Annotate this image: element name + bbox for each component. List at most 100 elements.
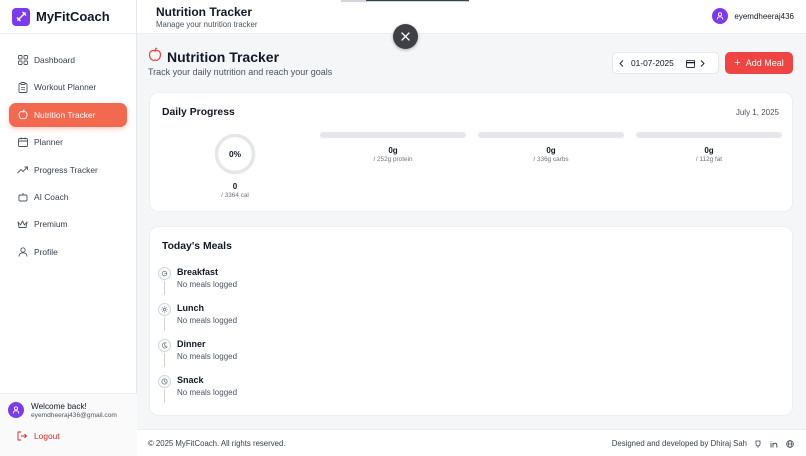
header-subtitle: Manage your nutrition tracker	[156, 20, 258, 29]
sidebar-item-label: AI Coach	[34, 191, 69, 202]
sidebar-item-ai-coach[interactable]: AI Coach	[9, 185, 127, 209]
apple-icon	[148, 47, 162, 67]
trending-up-icon	[17, 164, 28, 175]
sidebar-user-panel: Welcome back! eyemdheeraj436@gmail.com L…	[0, 393, 137, 456]
grid-icon	[17, 55, 28, 66]
timeline-line	[164, 317, 165, 331]
sidebar-item-label: Profile	[34, 246, 58, 257]
add-meal-button[interactable]: + Add Meal	[725, 52, 793, 74]
sidebar-item-label: Progress Tracker	[34, 164, 98, 175]
logout-icon	[17, 431, 27, 441]
apple-icon	[17, 109, 28, 120]
brand[interactable]: MyFitCoach	[0, 0, 136, 34]
sidebar-item-workout-planner[interactable]: Workout Planner	[9, 75, 127, 99]
avatar	[8, 402, 24, 418]
sidebar: MyFitCoach Dashboard Workout Planner Nut…	[0, 0, 137, 456]
carbs-bar	[478, 132, 624, 138]
calories-consumed: 0	[232, 182, 238, 191]
user-email: eyemdheeraj436@gmail.com	[31, 412, 117, 419]
carbs-value: 0g	[546, 146, 556, 155]
crown-icon	[17, 219, 28, 230]
close-button[interactable]	[393, 24, 418, 49]
copyright-text: © 2025 MyFitCoach. All rights reserved.	[148, 439, 286, 448]
sidebar-item-dashboard[interactable]: Dashboard	[9, 48, 127, 72]
sidebar-item-progress-tracker[interactable]: Progress Tracker	[9, 158, 127, 182]
meal-name: Breakfast	[177, 267, 219, 277]
page-heading: Nutrition Tracker	[148, 47, 279, 67]
calorie-percent: 0%	[228, 149, 242, 159]
social-links	[746, 439, 794, 448]
sidebar-item-label: Planner	[34, 137, 63, 148]
close-icon	[401, 28, 410, 46]
protein-bar	[320, 132, 466, 138]
meal-status: No meals logged	[177, 352, 238, 361]
moon-icon	[158, 339, 171, 352]
date-input[interactable]: 01-07-2025	[631, 58, 674, 68]
carbs-progress: 0g / 336g carbs	[478, 132, 624, 163]
user-info: Welcome back! eyemdheeraj436@gmail.com	[8, 402, 117, 419]
date-picker: 01-07-2025	[612, 52, 719, 74]
todays-meals-card: Today's Meals Breakfast No meals logged …	[149, 226, 793, 416]
footer: © 2025 MyFitCoach. All rights reserved. …	[137, 429, 806, 456]
sidebar-item-profile[interactable]: Profile	[9, 240, 127, 264]
meal-status: No meals logged	[177, 280, 238, 289]
sidebar-item-label: Premium	[34, 219, 68, 230]
globe-icon[interactable]	[785, 439, 794, 448]
meal-name: Lunch	[177, 303, 204, 313]
sun-icon	[158, 303, 171, 316]
daily-progress-title: Daily Progress	[162, 107, 235, 118]
meal-status: No meals logged	[177, 388, 238, 397]
protein-progress: 0g / 252g protein	[320, 132, 466, 163]
logout-label: Logout	[34, 431, 60, 441]
timeline-line	[164, 281, 165, 295]
calorie-goal: / 3364 cal	[221, 192, 249, 199]
credit-text: Designed and developed by Dhiraj Sah	[611, 439, 747, 448]
top-header: Nutrition Tracker Manage your nutrition …	[137, 0, 806, 34]
fat-progress: 0g / 112g fat	[636, 132, 782, 163]
meal-name: Snack	[177, 375, 204, 385]
sidebar-item-label: Workout Planner	[34, 82, 97, 93]
sidebar-item-label: Dashboard	[34, 55, 75, 65]
overlay-strip-line	[366, 0, 469, 1]
fat-bar	[636, 132, 782, 138]
sidebar-item-label: Nutrition Tracker	[34, 109, 96, 120]
protein-goal: / 252g protein	[373, 156, 413, 163]
daily-progress-card: Daily Progress July 1, 2025 0% 0 / 3364 …	[149, 92, 793, 212]
welcome-text: Welcome back!	[31, 402, 87, 411]
chevron-left-icon[interactable]	[613, 59, 629, 67]
sidebar-item-nutrition-tracker[interactable]: Nutrition Tracker	[9, 102, 127, 127]
carbs-goal: / 336g carbs	[533, 156, 569, 163]
add-meal-label: Add Meal	[745, 58, 784, 68]
sidebar-item-premium[interactable]: Premium	[9, 212, 127, 236]
avatar	[712, 8, 729, 24]
meal-name: Dinner	[177, 339, 206, 349]
sidebar-nav: Dashboard Workout Planner Nutrition Trac…	[0, 34, 136, 264]
protein-value: 0g	[388, 146, 398, 155]
calendar-icon	[17, 137, 28, 148]
header-user-menu[interactable]: eyemdheeraj436	[712, 8, 794, 24]
linkedin-icon[interactable]	[769, 439, 778, 448]
chevron-right-icon[interactable]	[695, 59, 711, 67]
sidebar-item-planner[interactable]: Planner	[9, 130, 127, 154]
github-icon[interactable]	[753, 439, 762, 448]
header-username: eyemdheeraj436	[734, 11, 794, 21]
meal-status: No meals logged	[177, 316, 238, 325]
logout-button[interactable]: Logout	[17, 431, 60, 441]
bot-icon	[17, 191, 28, 202]
timeline-line	[164, 389, 165, 403]
clock-icon	[158, 375, 171, 388]
clipboard-icon	[17, 81, 28, 93]
header-title: Nutrition Tracker	[156, 5, 253, 19]
brand-name: MyFitCoach	[36, 9, 110, 24]
calorie-progress-ring: 0%	[214, 133, 256, 175]
fat-value: 0g	[704, 146, 714, 155]
plus-icon: +	[734, 57, 741, 69]
sunrise-icon	[158, 267, 171, 280]
dumbbell-icon	[12, 7, 30, 26]
fat-goal: / 112g fat	[695, 156, 723, 163]
page-subtitle: Track your daily nutrition and reach you…	[148, 67, 333, 77]
calendar-icon[interactable]	[685, 59, 695, 68]
page-title: Nutrition Tracker	[167, 49, 280, 65]
daily-progress-date: July 1, 2025	[735, 108, 779, 117]
todays-meals-title: Today's Meals	[162, 241, 232, 252]
